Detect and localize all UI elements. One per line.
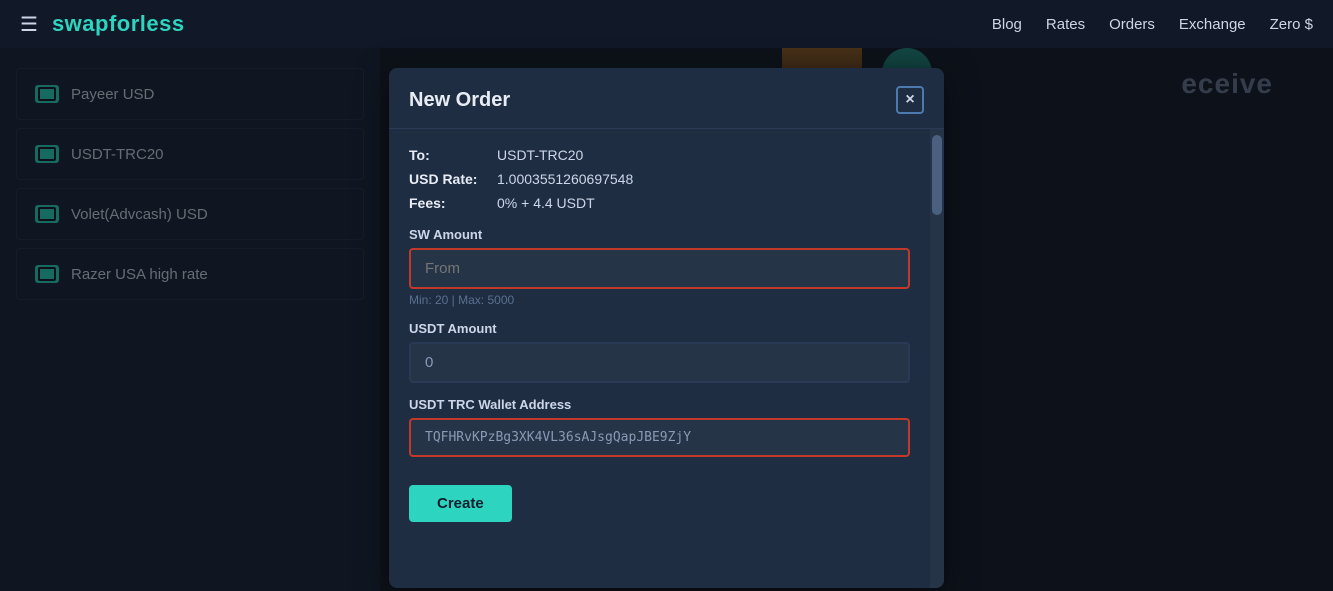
detail-row-fees: Fees: 0% + 4.4 USDT	[409, 195, 910, 211]
detail-row-usd-rate: USD Rate: 1.0003551260697548	[409, 171, 910, 187]
modal-overlay: New Order × To: USDT-TRC20 USD Rate: 1.0…	[0, 48, 1333, 591]
fees-value: 0% + 4.4 USDT	[497, 195, 595, 211]
brand-name: swapforless	[52, 11, 185, 37]
header: ☰ swapforless Blog Rates Orders Exchange…	[0, 0, 1333, 48]
modal-content: To: USDT-TRC20 USD Rate: 1.0003551260697…	[389, 129, 930, 588]
usdt-amount-group: USDT Amount	[409, 321, 910, 383]
header-nav: Blog Rates Orders Exchange Zero $	[992, 16, 1313, 33]
to-label: To:	[409, 147, 489, 163]
sw-amount-input[interactable]	[409, 248, 910, 289]
nav-zero[interactable]: Zero $	[1270, 16, 1313, 33]
sw-amount-group: SW Amount Min: 20 | Max: 5000	[409, 227, 910, 307]
header-left: ☰ swapforless	[20, 11, 185, 37]
main-content: Send eceive Payeer USD USDT-TRC20 Volet(…	[0, 48, 1333, 591]
usd-rate-label: USD Rate:	[409, 171, 489, 187]
detail-row-to: To: USDT-TRC20	[409, 147, 910, 163]
scrollbar-thumb	[932, 135, 942, 215]
nav-rates[interactable]: Rates	[1046, 16, 1085, 33]
nav-exchange[interactable]: Exchange	[1179, 16, 1246, 33]
wallet-address-input[interactable]	[409, 418, 910, 457]
usdt-amount-label: USDT Amount	[409, 321, 910, 336]
wallet-address-label: USDT TRC Wallet Address	[409, 397, 910, 412]
usdt-amount-input[interactable]	[409, 342, 910, 383]
sw-amount-label: SW Amount	[409, 227, 910, 242]
modal-header: New Order ×	[389, 68, 944, 129]
to-value: USDT-TRC20	[497, 147, 583, 163]
create-button[interactable]: Create	[409, 485, 512, 522]
nav-blog[interactable]: Blog	[992, 16, 1022, 33]
modal-body: To: USDT-TRC20 USD Rate: 1.0003551260697…	[389, 129, 944, 588]
modal-scrollbar[interactable]	[930, 129, 944, 588]
sw-amount-hint: Min: 20 | Max: 5000	[409, 293, 910, 307]
order-details: To: USDT-TRC20 USD Rate: 1.0003551260697…	[409, 147, 910, 211]
nav-orders[interactable]: Orders	[1109, 16, 1155, 33]
modal-close-button[interactable]: ×	[896, 86, 924, 114]
usd-rate-value: 1.0003551260697548	[497, 171, 633, 187]
wallet-address-group: USDT TRC Wallet Address	[409, 397, 910, 457]
hamburger-icon[interactable]: ☰	[20, 12, 38, 37]
new-order-modal: New Order × To: USDT-TRC20 USD Rate: 1.0…	[389, 68, 944, 588]
fees-label: Fees:	[409, 195, 489, 211]
modal-title: New Order	[409, 89, 510, 112]
